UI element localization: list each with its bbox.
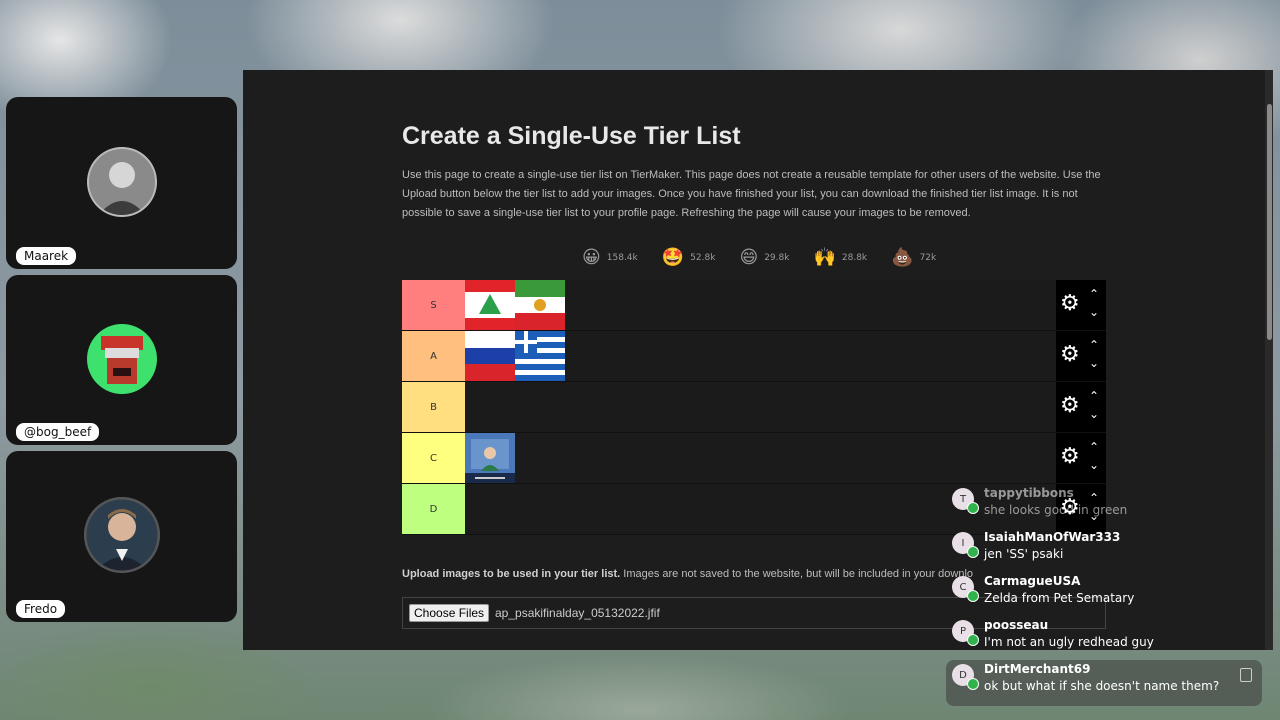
tier-item-greece-flag[interactable]	[515, 331, 565, 381]
upload-instructions-bold: Upload images to be used in your tier li…	[402, 568, 621, 580]
gear-icon[interactable]: ⚙	[1060, 292, 1080, 316]
laughing-face-icon: 😄	[739, 247, 759, 268]
upload-instructions-rest: Images are not saved to the website, but…	[620, 568, 974, 580]
tier-label[interactable]: C	[402, 433, 465, 483]
tier-label[interactable]: S	[402, 280, 465, 330]
tier-controls: ⚙ ⌃ ⌄	[1056, 280, 1106, 330]
participant-tile-maarek[interactable]: Maarek	[6, 97, 237, 269]
tier-item-press-briefing-photo[interactable]	[465, 433, 515, 483]
participant-tile-fredo[interactable]: Fredo	[6, 451, 237, 622]
selected-filename: ap_psakifinalday_05132022.jfif	[495, 606, 660, 620]
report-icon[interactable]	[1240, 668, 1252, 682]
page-title: Create a Single-Use Tier List	[402, 122, 741, 150]
tier-row-b: B ⚙ ⌃ ⌄	[402, 382, 1106, 433]
reaction-count: 29.8k	[764, 253, 790, 263]
poop-icon: 💩	[891, 247, 914, 268]
gear-icon[interactable]: ⚙	[1060, 343, 1080, 367]
chat-text: Zelda from Pet Sematary	[984, 591, 1135, 605]
reaction-raised-hands[interactable]: 🙌 28.8k	[813, 248, 867, 268]
chat-text: ok but what if she doesn't name them?	[984, 679, 1220, 693]
reaction-bar: 😀 158.4k 🤩 52.8k 😄 29.8k 🙌 28.8k 💩 72k	[582, 248, 936, 268]
tier-items	[465, 433, 515, 483]
scrollbar-thumb[interactable]	[1267, 104, 1272, 340]
chat-username[interactable]: poosseau	[984, 618, 1048, 632]
star-eyes-icon: 🤩	[661, 247, 685, 268]
chat-message: T tappytibbons she looks good in green	[952, 484, 1262, 528]
chevron-up-icon[interactable]: ⌃	[1089, 339, 1099, 351]
chevron-up-icon[interactable]: ⌃	[1089, 288, 1099, 300]
tier-item-iran-lion-flag[interactable]	[515, 280, 565, 330]
page-description: Use this page to create a single-use tie…	[402, 169, 1101, 219]
chat-text: she looks good in green	[984, 503, 1128, 517]
platform-badge-icon	[967, 678, 979, 690]
chat-overlay: T tappytibbons she looks good in green I…	[946, 484, 1262, 706]
chat-username[interactable]: tappytibbons	[984, 486, 1074, 500]
chevron-down-icon[interactable]: ⌄	[1089, 459, 1099, 471]
chat-message: I IsaiahManOfWar333 jen 'SS' psaki	[952, 528, 1262, 572]
gear-icon[interactable]: ⚙	[1060, 394, 1080, 418]
avatar	[83, 496, 160, 573]
reaction-poop[interactable]: 💩 72k	[891, 248, 936, 268]
chat-message: D DirtMerchant69 ok but what if she does…	[946, 660, 1262, 706]
chevron-up-icon[interactable]: ⌃	[1089, 390, 1099, 402]
tier-controls: ⚙ ⌃ ⌄	[1056, 382, 1106, 432]
gear-icon[interactable]: ⚙	[1060, 445, 1080, 469]
chat-username[interactable]: DirtMerchant69	[984, 662, 1090, 676]
chevron-down-icon[interactable]: ⌄	[1089, 306, 1099, 318]
platform-badge-icon	[967, 634, 979, 646]
platform-badge-icon	[967, 590, 979, 602]
reaction-count: 52.8k	[690, 253, 716, 263]
tier-label[interactable]: A	[402, 331, 465, 381]
tier-row-c: C ⚙ ⌃ ⌄	[402, 433, 1106, 484]
tier-label[interactable]: B	[402, 382, 465, 432]
tier-controls: ⚙ ⌃ ⌄	[1056, 331, 1106, 381]
avatar	[86, 324, 157, 394]
platform-badge-icon	[967, 502, 979, 514]
tier-item-russia-flag[interactable]	[465, 331, 515, 381]
participant-name: @bog_beef	[16, 423, 100, 441]
participant-name: Maarek	[16, 247, 77, 265]
chat-text: I'm not an ugly redhead guy	[984, 635, 1154, 649]
participant-name: Fredo	[16, 600, 66, 618]
tier-label[interactable]: D	[402, 484, 465, 534]
platform-badge-icon	[967, 546, 979, 558]
reaction-laughing[interactable]: 😄 29.8k	[739, 248, 789, 268]
tier-items	[465, 331, 565, 381]
reaction-count: 28.8k	[841, 253, 868, 263]
participant-tile-bog-beef[interactable]: @bog_beef	[6, 275, 237, 445]
tier-items	[465, 280, 565, 330]
chat-username[interactable]: IsaiahManOfWar333	[984, 530, 1120, 544]
chat-message: P poosseau I'm not an ugly redhead guy	[952, 616, 1262, 660]
tier-row-s: S ⚙ ⌃ ⌄	[402, 280, 1106, 331]
choose-files-button[interactable]: Choose Files	[409, 604, 490, 622]
chat-text: jen 'SS' psaki	[984, 547, 1064, 561]
chevron-down-icon[interactable]: ⌄	[1089, 408, 1099, 420]
chat-message: C CarmagueUSA Zelda from Pet Sematary	[952, 572, 1262, 616]
chat-username[interactable]: CarmagueUSA	[984, 574, 1080, 588]
grinning-face-icon: 😀	[582, 247, 601, 268]
reaction-grinning[interactable]: 😀 158.4k	[582, 248, 638, 268]
reaction-star-eyes[interactable]: 🤩 52.8k	[662, 248, 716, 268]
chevron-down-icon[interactable]: ⌄	[1089, 357, 1099, 369]
scrollbar[interactable]	[1265, 70, 1273, 650]
tier-item-lebanon-flag[interactable]	[465, 280, 515, 330]
upload-instructions: Upload images to be used in your tier li…	[402, 568, 973, 580]
tier-row-a: A ⚙ ⌃ ⌄	[402, 331, 1106, 382]
chevron-up-icon[interactable]: ⌃	[1089, 441, 1099, 453]
reaction-count: 158.4k	[606, 253, 638, 263]
reaction-count: 72k	[919, 253, 937, 263]
tier-controls: ⚙ ⌃ ⌄	[1056, 433, 1106, 483]
avatar	[86, 147, 157, 217]
raised-hands-icon: 🙌	[813, 247, 836, 268]
